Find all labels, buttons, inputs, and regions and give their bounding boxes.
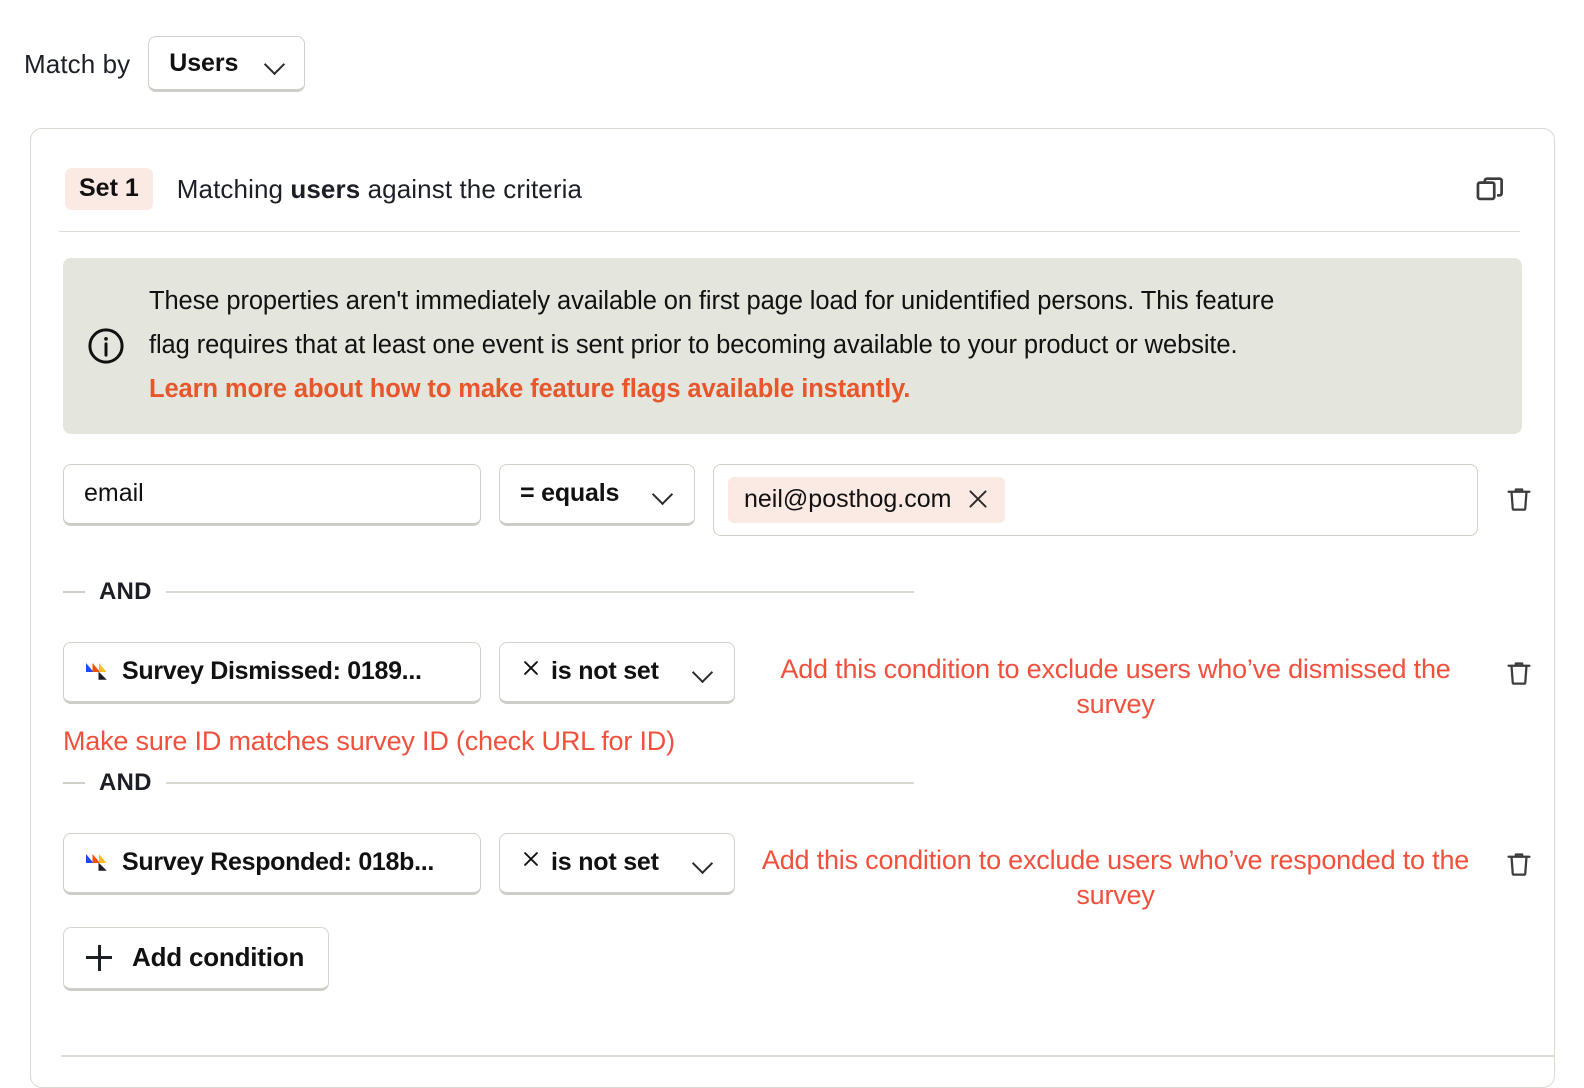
and-separator-2: AND (31, 759, 1554, 807)
match-by-selected-value: Users (169, 49, 239, 77)
title-prefix: Matching (176, 173, 291, 204)
operator-select-is-not-set-2[interactable]: is not set (499, 832, 735, 895)
operator-label-wrap: is not set (520, 657, 659, 686)
annotation-responded: Add this condition to exclude users who’… (761, 844, 1470, 910)
property-key-label: Survey Dismissed: 0189... (122, 657, 422, 686)
match-by-select[interactable]: Users (148, 36, 306, 92)
operator-label: is not set (551, 848, 659, 877)
annotation-survey-id-note: Make sure ID matches survey ID (check UR… (63, 725, 675, 756)
property-key-select-survey-dismissed[interactable]: Survey Dismissed: 0189... (63, 641, 481, 704)
operator-label: = equals (520, 479, 620, 508)
annotation-dismissed: Add this condition to exclude users who’… (780, 653, 1451, 719)
property-key-select-email[interactable]: email (63, 463, 481, 526)
condition-row-email: email = equals neil@posthog.com (31, 463, 1554, 536)
and-dash (63, 590, 85, 593)
and-label: AND (99, 768, 152, 796)
info-banner-text: These properties aren't immediately avai… (149, 280, 1274, 412)
header-divider (59, 231, 1520, 232)
chevron-down-icon (692, 852, 714, 874)
operator-select-is-not-set-1[interactable]: is not set (499, 641, 735, 704)
and-dash (63, 781, 85, 784)
close-x-icon (520, 657, 542, 686)
card-bottom-divider (61, 1055, 1554, 1057)
condition-set-card: Set 1 Matching users against the criteri… (30, 128, 1555, 1088)
value-chip: neil@posthog.com (728, 476, 1006, 523)
match-by-label: Match by (24, 48, 131, 79)
learn-more-link[interactable]: Learn more about how to make feature fla… (149, 368, 1274, 412)
plus-icon (86, 944, 112, 971)
property-key-label: email (84, 479, 144, 508)
property-value-input-email[interactable]: neil@posthog.com (713, 463, 1478, 536)
condition-row-survey-dismissed: Survey Dismissed: 0189... is not set Add… (31, 641, 1554, 722)
close-icon[interactable] (965, 486, 991, 512)
chevron-down-icon (692, 661, 714, 683)
chevron-down-icon (264, 53, 286, 75)
operator-select-equals[interactable]: = equals (499, 463, 695, 526)
and-line (165, 590, 914, 593)
and-line (165, 781, 914, 784)
and-separator-1: AND (31, 568, 1554, 616)
delete-condition-button-survey-responded[interactable] (1496, 841, 1542, 887)
event-stripes-icon (84, 659, 110, 685)
info-banner-line-1: These properties aren't immediately avai… (149, 287, 1275, 315)
value-chip-label: neil@posthog.com (744, 484, 952, 513)
info-circle-icon (85, 325, 127, 367)
delete-condition-button-survey-dismissed[interactable] (1496, 650, 1542, 696)
operator-label-wrap: is not set (520, 848, 659, 877)
chevron-down-icon (652, 483, 674, 505)
add-condition-label: Add condition (132, 942, 305, 973)
property-key-select-survey-responded[interactable]: Survey Responded: 018b... (63, 832, 481, 895)
property-key-label: Survey Responded: 018b... (122, 848, 435, 877)
info-banner-line-2: flag requires that at least one event is… (149, 330, 1238, 359)
close-x-icon (520, 848, 542, 877)
set-badge: Set 1 (65, 168, 153, 210)
operator-label: is not set (551, 657, 659, 686)
add-condition-button[interactable]: Add condition (63, 926, 330, 991)
title-entity: users (290, 173, 361, 204)
condition-row-survey-responded: Survey Responded: 018b... is not set Add… (31, 832, 1554, 913)
title-suffix: against the criteria (360, 173, 583, 204)
and-label: AND (99, 577, 152, 605)
delete-condition-button-email[interactable] (1496, 476, 1542, 522)
add-condition-wrap: Add condition (31, 913, 1554, 991)
condition-set-title: Matching users against the criteria (177, 174, 582, 205)
duplicate-icon[interactable] (1468, 167, 1512, 211)
match-by-row: Match by Users (0, 36, 306, 92)
event-stripes-icon (84, 850, 110, 876)
info-banner: These properties aren't immediately avai… (63, 258, 1522, 434)
condition-set-header: Set 1 Matching users against the criteri… (31, 129, 1554, 221)
